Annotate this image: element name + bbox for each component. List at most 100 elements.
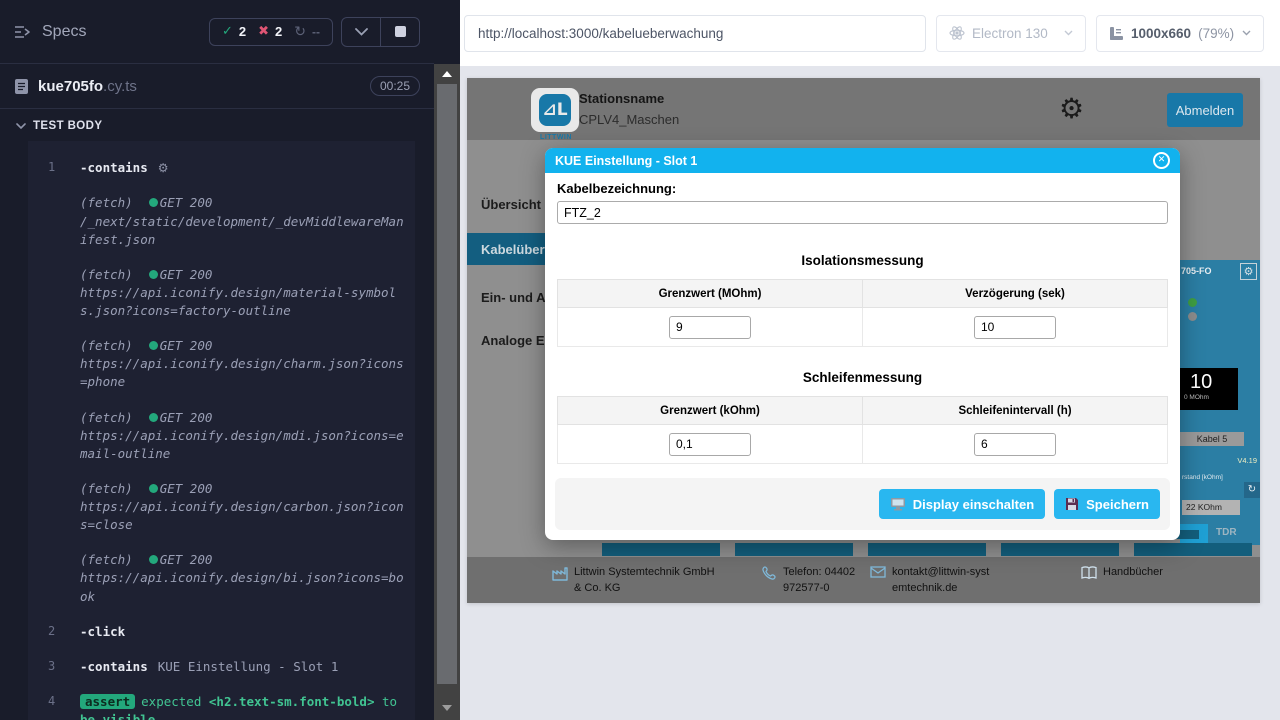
- command-assert[interactable]: 4assertexpected <h2.text-sm.font-bold> t…: [28, 690, 415, 720]
- nav-item-uebersicht[interactable]: Übersicht: [481, 197, 553, 212]
- schleifenmessung-table: Grenzwert (kOhm) Schleifenintervall (h): [557, 396, 1168, 464]
- slot-gear-icon[interactable]: ⚙: [1240, 263, 1257, 280]
- viewport-select[interactable]: 1000x660 (79%): [1096, 15, 1264, 52]
- modal-title: KUE Einstellung - Slot 1: [555, 154, 1153, 168]
- ruler-icon: [1109, 26, 1124, 41]
- restart-icon: ↻: [294, 24, 306, 40]
- kue-settings-modal: KUE Einstellung - Slot 1 ✕ Kabelbezeichn…: [545, 148, 1180, 540]
- footer-manuals[interactable]: Handbücher: [1081, 565, 1163, 581]
- display-einschalten-button[interactable]: Display einschalten: [879, 489, 1045, 519]
- spec-row[interactable]: kue705fo.cy.ts 00:25: [0, 64, 434, 109]
- footer-phone: Telefon: 04402 972577-0: [762, 565, 880, 597]
- chevron-down-icon: [16, 123, 26, 130]
- cypress-reporter: Specs ✓2 ✖2 ↻-- kue705fo.cy.ts 00:25: [0, 0, 460, 720]
- success-dot-icon: [149, 484, 158, 493]
- firmware-version: V4.19: [1237, 456, 1257, 465]
- scroll-up-icon[interactable]: [434, 64, 460, 84]
- settings-gear-icon[interactable]: ⚙: [1059, 92, 1084, 125]
- phone-icon: [762, 566, 777, 597]
- specs-list-icon[interactable]: [14, 25, 32, 39]
- assert-badge: assert: [80, 694, 135, 709]
- spec-timer: 00:25: [370, 76, 420, 96]
- cross-icon: ✖: [258, 24, 269, 39]
- url-input[interactable]: [465, 26, 925, 41]
- command-fetch[interactable]: (fetch)GET 200https://api.iconify.design…: [28, 477, 415, 537]
- footer-company: Littwin Systemtechnik GmbH & Co. KG: [552, 565, 720, 597]
- command-contains[interactable]: 1-contains⚙: [28, 156, 415, 180]
- command-fetch[interactable]: (fetch)GET 200https://api.iconify.design…: [28, 548, 415, 608]
- book-icon: [1081, 566, 1097, 581]
- speichern-button[interactable]: Speichern: [1054, 489, 1160, 519]
- scroll-down-icon[interactable]: [434, 698, 460, 718]
- scrollbar-thumb[interactable]: [437, 84, 457, 684]
- close-icon[interactable]: ✕: [1153, 152, 1170, 169]
- isolationsmessung-title: Isolationsmessung: [557, 253, 1168, 268]
- success-dot-icon: [149, 413, 158, 422]
- logout-button[interactable]: Abmelden: [1167, 93, 1243, 127]
- logo-text: LITTWIN: [529, 134, 583, 141]
- modal-footer: Display einschalten Speichern: [555, 478, 1170, 530]
- refresh-icon[interactable]: ↻: [1244, 482, 1260, 498]
- chevron-down-icon: [1064, 30, 1073, 36]
- command-click[interactable]: 2-click: [28, 620, 415, 644]
- spec-file-icon: [14, 78, 29, 95]
- status-dot-green: [1188, 298, 1197, 307]
- schleifenmessung-title: Schleifenmessung: [557, 370, 1168, 385]
- stop-icon: [395, 26, 406, 37]
- test-body-header[interactable]: TEST BODY: [0, 109, 434, 141]
- nav-item-kabelueberwachung[interactable]: Kabelüberw: [467, 233, 557, 265]
- grenzwert-kohm-input[interactable]: [669, 433, 751, 456]
- status-dot-gray: [1188, 312, 1197, 321]
- spec-name: kue705fo.cy.ts: [38, 78, 137, 95]
- specs-label[interactable]: Specs: [42, 23, 86, 41]
- modal-header: KUE Einstellung - Slot 1 ✕: [545, 148, 1180, 173]
- meas-value: 22 KOhm: [1182, 500, 1240, 515]
- collapse-button[interactable]: [342, 18, 380, 46]
- kue-slot-card: 705-FO ⚙ 10 0 MOhm Kabel 5 V4.19 rstand …: [1180, 260, 1260, 545]
- station-value: CPLV4_Maschen: [579, 112, 679, 127]
- logo-icon: ⊿L: [539, 94, 571, 126]
- stat-pending: ↻--: [294, 24, 320, 40]
- kabel-label: Kabel 5: [1180, 432, 1244, 446]
- col-schleifenintervall-h: Schleifenintervall (h): [863, 397, 1168, 425]
- browser-select[interactable]: Electron 130: [936, 15, 1086, 52]
- stat-passed: ✓2: [222, 24, 246, 39]
- measurement-display: 10 0 MOhm: [1180, 368, 1238, 410]
- reporter-scrollbar[interactable]: [434, 64, 460, 720]
- floppy-disk-icon: [1065, 497, 1079, 511]
- col-verzoegerung-sek: Verzögerung (sek): [863, 280, 1168, 308]
- col-grenzwert-mohm: Grenzwert (MOhm): [558, 280, 863, 308]
- success-dot-icon: [149, 555, 158, 564]
- command-log: 1-contains⚙ (fetch)GET 200/_next/static/d…: [28, 141, 415, 720]
- success-dot-icon: [149, 270, 158, 279]
- slot-card-title: 705-FO: [1181, 266, 1240, 276]
- gear-icon: ⚙: [158, 161, 169, 175]
- monitor-icon: [890, 497, 906, 511]
- reporter-header: Specs ✓2 ✖2 ↻--: [0, 0, 434, 64]
- meas-label: rstand [kOhm]: [1182, 474, 1223, 481]
- nav-item-ein-und-ausgaenge[interactable]: Ein- und Au: [481, 290, 553, 305]
- command-fetch[interactable]: (fetch)GET 200https://api.iconify.design…: [28, 334, 415, 394]
- kabelbezeichnung-input[interactable]: [557, 201, 1168, 224]
- test-stats: ✓2 ✖2 ↻--: [209, 18, 333, 46]
- email-icon: [870, 566, 886, 597]
- command-fetch[interactable]: (fetch)GET 200https://api.iconify.design…: [28, 406, 415, 466]
- nav-item-analoge-eingaenge[interactable]: Analoge Ei: [481, 333, 553, 348]
- stop-button[interactable]: [381, 18, 419, 46]
- littwin-logo: ⊿L: [531, 88, 579, 132]
- command-contains[interactable]: 3-containsKUE Einstellung - Slot 1: [28, 655, 415, 679]
- runner-stage: Electron 130 1000x660 (79%) ⊿L LITTWIN S…: [460, 0, 1280, 720]
- app-under-test: ⊿L LITTWIN Stationsname CPLV4_Maschen ⚙ …: [467, 78, 1260, 603]
- command-fetch[interactable]: (fetch)GET 200https://api.iconify.design…: [28, 263, 415, 323]
- url-bar[interactable]: [464, 15, 926, 52]
- isolationsmessung-table: Grenzwert (MOhm) Verzögerung (sek): [557, 279, 1168, 347]
- grenzwert-mohm-input[interactable]: [669, 316, 751, 339]
- footer-email: kontakt@littwin-systemtechnik.de: [870, 565, 992, 597]
- run-controls: [341, 17, 420, 47]
- station-label: Stationsname: [579, 91, 679, 106]
- verzoegerung-sek-input[interactable]: [974, 316, 1056, 339]
- schleifenintervall-input[interactable]: [974, 433, 1056, 456]
- station-block: Stationsname CPLV4_Maschen: [579, 91, 679, 127]
- success-dot-icon: [149, 198, 158, 207]
- command-fetch[interactable]: (fetch)GET 200/_next/static/development/…: [28, 191, 415, 251]
